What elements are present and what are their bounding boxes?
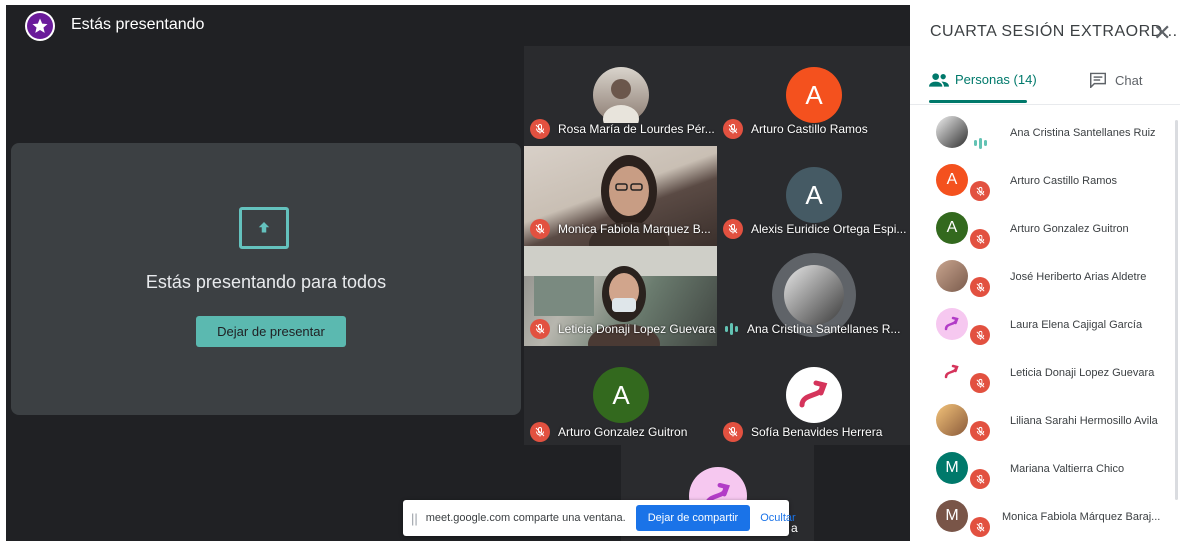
- participant-tile[interactable]: Rosa María de Lourdes Pér...: [524, 46, 717, 146]
- drag-handle-icon[interactable]: ||: [411, 511, 418, 526]
- participant-logo: [786, 367, 842, 423]
- participant-name: Monica Fabiola Marquez B...: [558, 222, 711, 236]
- divider: [910, 104, 1180, 105]
- mic-off-icon: [970, 181, 990, 201]
- participant-name: Monica Fabiola Márquez Baraj...: [1002, 511, 1161, 523]
- participant-name: Alexis Euridice Ortega Espi...: [751, 222, 907, 236]
- participant-name: Arturo Gonzalez Guitron: [558, 425, 688, 439]
- participant-avatar: A: [786, 167, 842, 223]
- participant-list-item[interactable]: Liliana Sarahi Hermosillo Avila: [910, 398, 1180, 446]
- close-icon[interactable]: ✕: [1153, 20, 1171, 46]
- participant-name: Leticia Donaji Lopez Guevara: [558, 322, 716, 336]
- participant-avatar: [593, 67, 649, 123]
- participant-name: Arturo Castillo Ramos: [751, 122, 868, 136]
- participant-list-item[interactable]: José Heriberto Arias Aldetre: [910, 254, 1180, 302]
- speaking-indicator-icon: [723, 322, 739, 336]
- participant-logo: [936, 356, 968, 388]
- participant-name: Rosa María de Lourdes Pér...: [558, 122, 715, 136]
- active-tab-indicator: [929, 100, 1027, 103]
- mic-off-icon: [723, 422, 743, 442]
- participant-name: Ana Cristina Santellanes R...: [747, 322, 901, 336]
- mic-off-icon: [970, 325, 990, 345]
- tab-people[interactable]: Personas (14): [929, 72, 1037, 87]
- meeting-stage: Estás presentando Estás presentando para…: [6, 5, 910, 541]
- participant-list-item[interactable]: Ana Cristina Santellanes Ruiz: [910, 110, 1180, 158]
- presenting-message: Estás presentando para todos: [145, 272, 387, 292]
- mic-off-icon: [530, 219, 550, 239]
- participant-avatar: M: [936, 500, 968, 532]
- stop-sharing-button[interactable]: Dejar de compartir: [635, 505, 751, 531]
- mic-off-icon: [530, 119, 550, 139]
- mic-off-icon: [970, 469, 990, 489]
- mic-off-icon: [970, 517, 990, 537]
- participant-avatar: A: [786, 67, 842, 123]
- presenting-title: Estás presentando: [71, 16, 205, 33]
- presenting-card: Estás presentando para todos Dejar de pr…: [11, 143, 521, 415]
- side-panel: CUARTA SESIÓN EXTRAORD... ✕ Personas (14…: [910, 0, 1180, 541]
- participant-avatar: [936, 260, 968, 292]
- mic-off-icon: [530, 422, 550, 442]
- tab-chat-label: Chat: [1115, 72, 1143, 88]
- tab-chat[interactable]: Chat: [1089, 72, 1142, 88]
- participant-list-item[interactable]: A Arturo Gonzalez Guitron: [910, 206, 1180, 254]
- participant-tile[interactable]: Ana Cristina Santellanes R...: [717, 246, 910, 346]
- participant-name: Sofía Benavides Herrera: [751, 425, 883, 439]
- screen-share-banner: || meet.google.com comparte una ventana.…: [403, 500, 796, 536]
- top-bar: Estás presentando: [6, 5, 910, 45]
- participant-avatar: [936, 116, 968, 148]
- participant-name: Mariana Valtierra Chico: [1010, 463, 1125, 475]
- stop-presenting-button[interactable]: Dejar de presentar: [196, 316, 346, 347]
- participant-avatar: [936, 404, 968, 436]
- mic-off-icon: [530, 319, 550, 339]
- participant-avatar: M: [936, 452, 968, 484]
- participant-logo: [936, 308, 968, 340]
- participant-list-item[interactable]: A Arturo Castillo Ramos: [910, 158, 1180, 206]
- participant-name: Arturo Castillo Ramos: [1010, 175, 1117, 187]
- participant-avatar: A: [936, 212, 968, 244]
- participant-list-item[interactable]: Laura Elena Cajigal García: [910, 302, 1180, 350]
- participant-tile[interactable]: A Arturo Castillo Ramos: [717, 46, 910, 146]
- people-icon: [929, 72, 949, 87]
- meeting-title: CUARTA SESIÓN EXTRAORD...: [930, 23, 1178, 40]
- participant-tile[interactable]: A Arturo Gonzalez Guitron: [524, 346, 717, 446]
- participant-grid: Rosa María de Lourdes Pér... A Arturo Ca…: [524, 46, 910, 445]
- participant-name: Laura Elena Cajigal García: [1010, 319, 1143, 331]
- participant-video-tile[interactable]: Monica Fabiola Marquez B...: [524, 146, 717, 246]
- meet-window: Estás presentando Estás presentando para…: [0, 0, 1180, 541]
- presenting-star-icon: [25, 11, 55, 41]
- participant-video-tile[interactable]: Leticia Donaji Lopez Guevara: [524, 246, 717, 346]
- participant-list-scrollbar[interactable]: [1175, 120, 1178, 500]
- participant-name: José Heriberto Arias Aldetre: [1010, 271, 1147, 283]
- chat-icon: [1090, 72, 1106, 88]
- present-screen-icon: [239, 207, 289, 249]
- mic-off-icon: [970, 373, 990, 393]
- participant-tile[interactable]: A Alexis Euridice Ortega Espi...: [717, 146, 910, 246]
- participant-list-item[interactable]: M Monica Fabiola Márquez Baraj...: [910, 494, 1180, 541]
- mic-off-icon: [970, 229, 990, 249]
- participant-list-item[interactable]: Leticia Donaji Lopez Guevara: [910, 350, 1180, 398]
- mic-off-icon: [970, 277, 990, 297]
- participant-list-item[interactable]: M Mariana Valtierra Chico: [910, 446, 1180, 494]
- participant-name: Liliana Sarahi Hermosillo Avila: [1010, 415, 1158, 427]
- participant-name: Leticia Donaji Lopez Guevara: [1010, 367, 1155, 379]
- mic-off-icon: [723, 219, 743, 239]
- participant-avatar: A: [936, 164, 968, 196]
- tab-people-label: Personas (14): [955, 72, 1037, 87]
- hide-banner-link[interactable]: Ocultar: [760, 512, 795, 524]
- share-banner-text: meet.google.com comparte una ventana.: [425, 512, 626, 524]
- participant-avatar: A: [593, 367, 649, 423]
- participant-tile[interactable]: Sofía Benavides Herrera: [717, 346, 910, 446]
- mic-off-icon: [970, 421, 990, 441]
- mic-off-icon: [723, 119, 743, 139]
- speaking-indicator-icon: [972, 136, 988, 150]
- participant-name: Ana Cristina Santellanes Ruiz: [1010, 127, 1156, 139]
- participant-name: Arturo Gonzalez Guitron: [1010, 223, 1129, 235]
- panel-tabs: Personas (14) Chat: [910, 64, 1180, 104]
